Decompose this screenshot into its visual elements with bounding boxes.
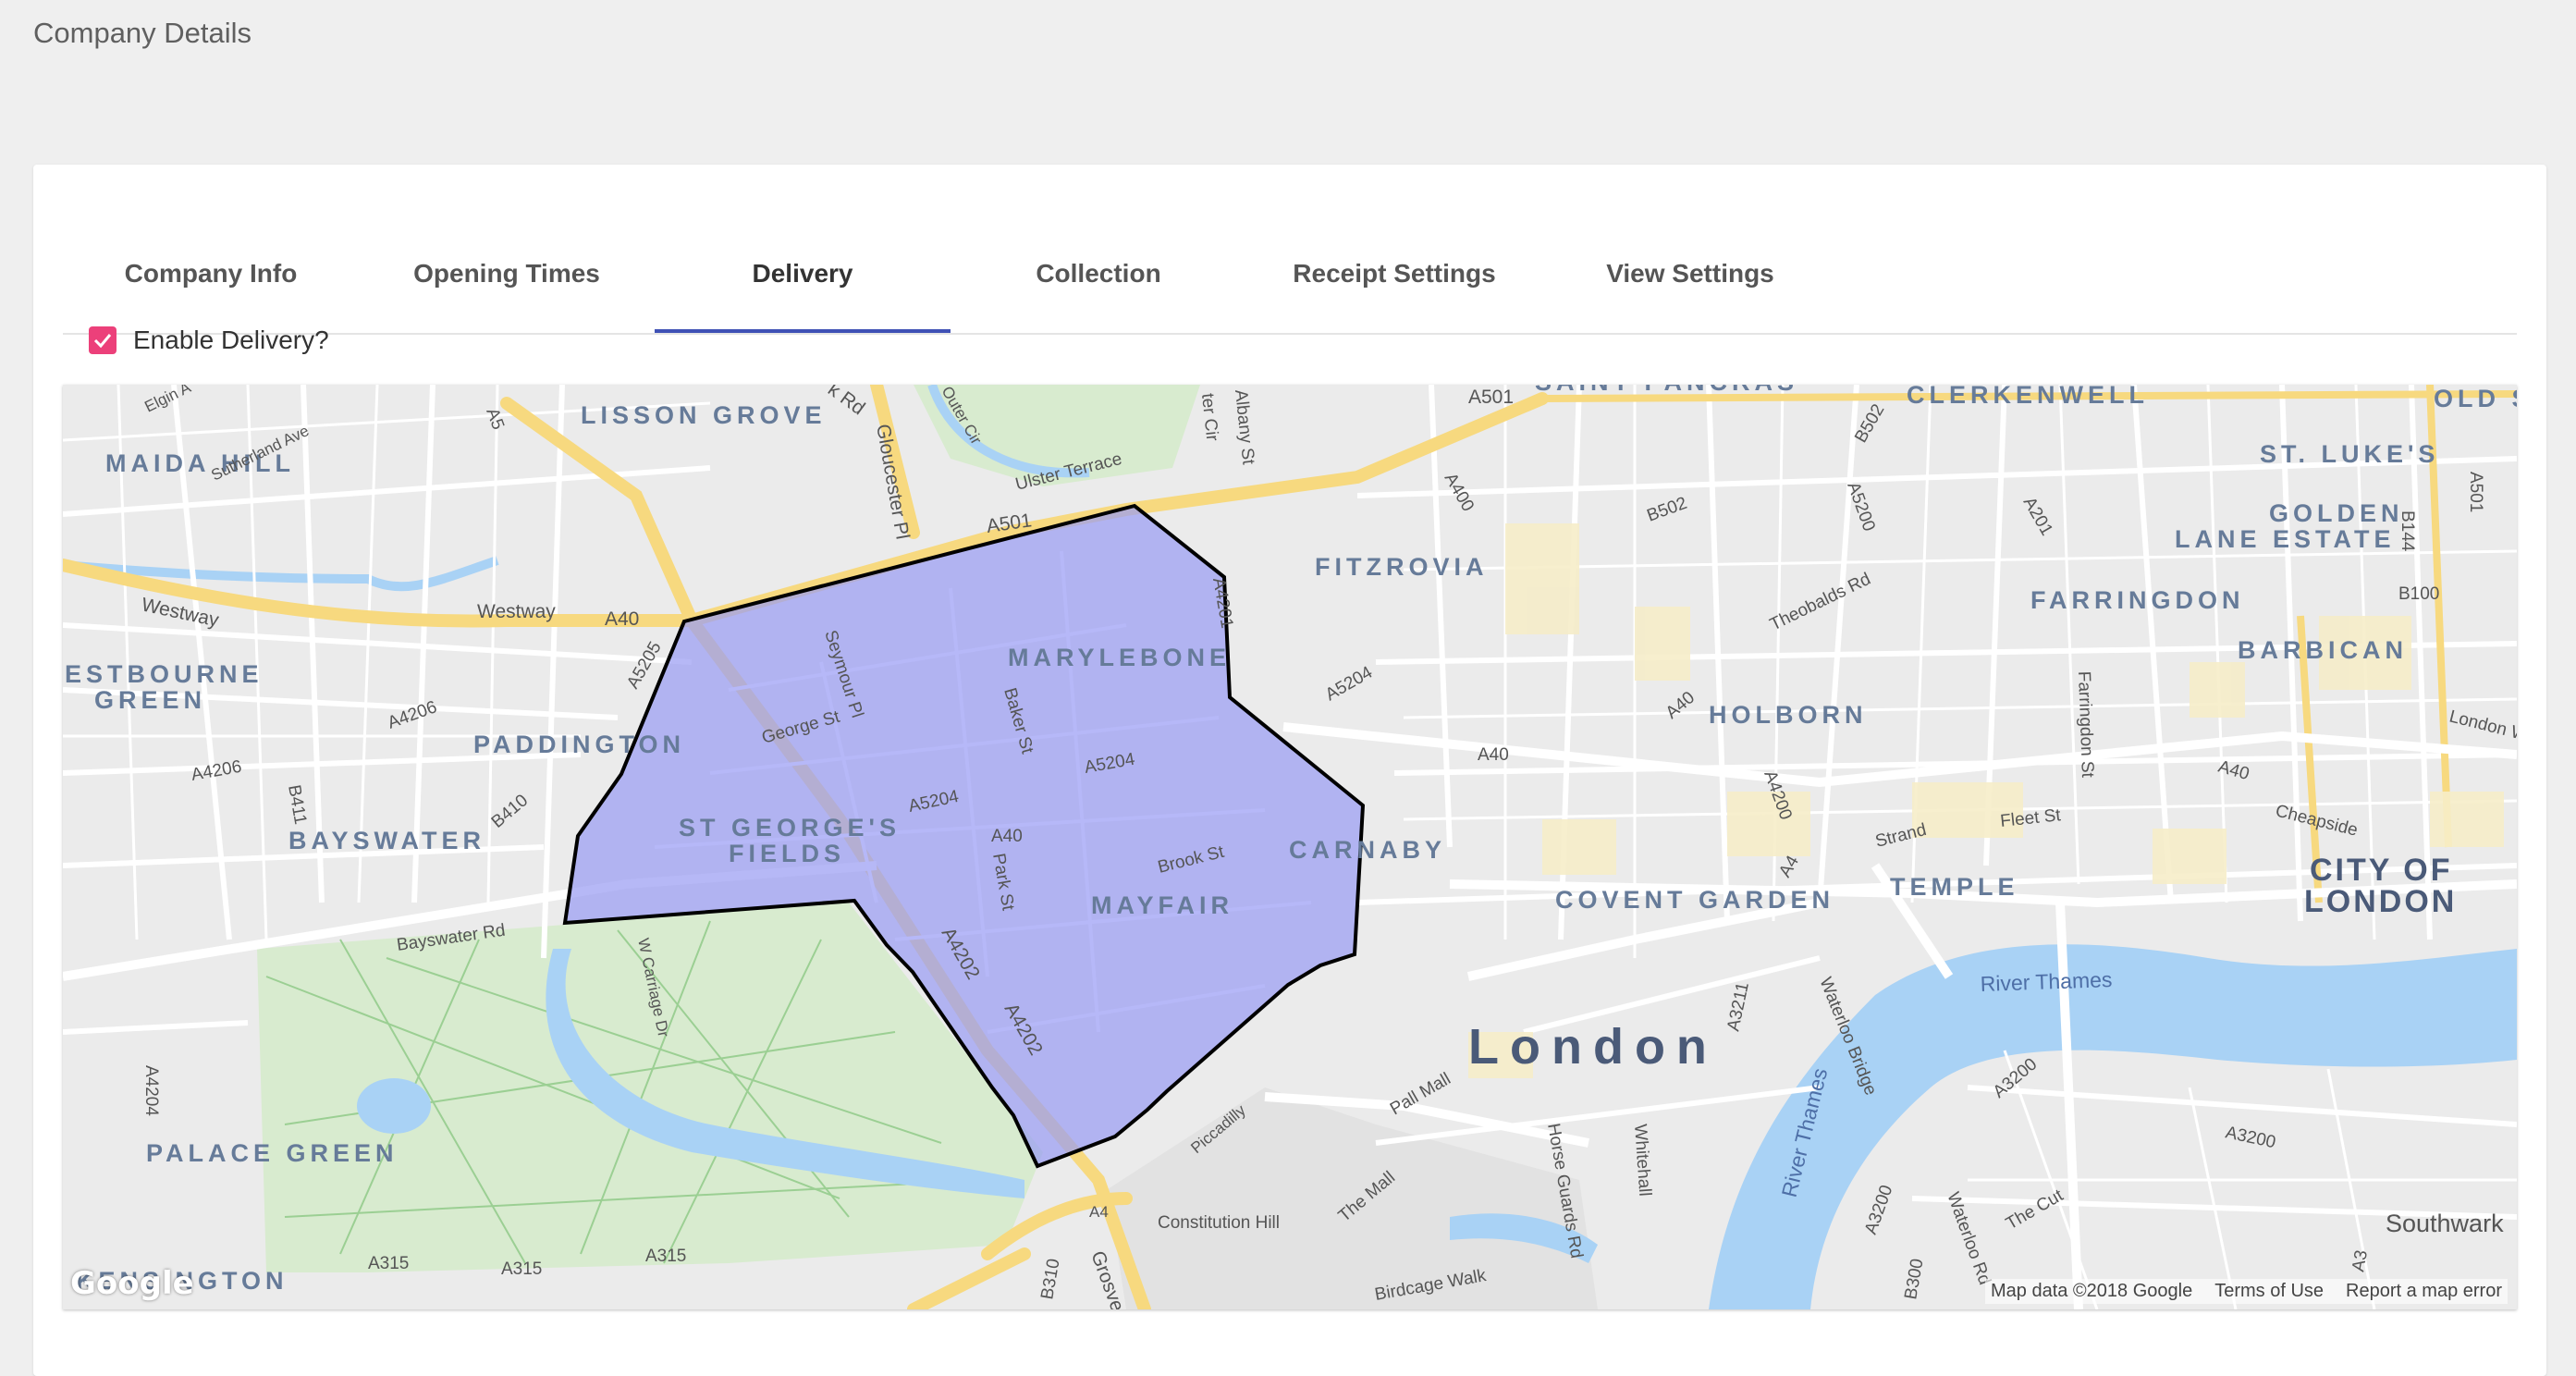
checkbox-checked-icon[interactable] xyxy=(89,326,117,354)
label-lane-estate: LANE ESTATE xyxy=(2175,525,2396,553)
tab-view-settings[interactable]: View Settings xyxy=(1542,215,1838,333)
label-london: London xyxy=(1468,1019,1718,1075)
label-paddington: PADDINGTON xyxy=(473,731,685,758)
label-a3: A3 xyxy=(2349,1248,2372,1273)
label-st-georges: ST GEORGE'S xyxy=(679,814,901,842)
label-b144: B144 xyxy=(2398,510,2417,552)
label-westway-east: Westway xyxy=(477,601,556,622)
label-a315-1: A315 xyxy=(368,1254,409,1273)
enable-delivery-label: Enable Delivery? xyxy=(133,326,329,354)
label-farringdon-st: Farringdon St xyxy=(2074,670,2097,778)
label-london-city: LONDON xyxy=(2304,884,2457,919)
label-farringdon: FARRINGDON xyxy=(2030,586,2245,614)
page-title: Company Details xyxy=(33,17,252,49)
label-a315-2: A315 xyxy=(501,1259,542,1279)
label-covent-garden: COVENT GARDEN xyxy=(1555,886,1834,914)
tab-collection[interactable]: Collection xyxy=(951,215,1246,333)
label-a501-city: A501 xyxy=(2466,472,2485,512)
label-river-thames-east: River Thames xyxy=(1980,967,2113,996)
label-city-of: CITY OF xyxy=(2310,853,2453,888)
label-holborn: HOLBORN xyxy=(1709,701,1868,729)
label-golden: GOLDEN xyxy=(2269,499,2404,527)
label-old-s: OLD S xyxy=(2434,385,2517,412)
label-a4204: A4204 xyxy=(141,1065,161,1116)
label-fields: FIELDS xyxy=(729,840,845,867)
label-a315-3: A315 xyxy=(645,1247,686,1266)
round-pond xyxy=(357,1078,431,1134)
label-barbican: BARBICAN xyxy=(2238,636,2408,664)
google-logo[interactable]: Google xyxy=(70,1265,194,1302)
label-carnaby: CARNABY xyxy=(1289,836,1446,864)
label-mayfair: MAYFAIR xyxy=(1091,891,1233,919)
label-b100: B100 xyxy=(2398,584,2439,604)
label-palace-green: PALACE GREEN xyxy=(146,1139,399,1167)
tab-opening-times[interactable]: Opening Times xyxy=(359,215,655,333)
label-a40-east: A40 xyxy=(1478,745,1509,765)
map-canvas[interactable]: LISSON GROVE MAIDA HILL ESTBOURNE GREEN … xyxy=(63,385,2517,1309)
label-estbourne: ESTBOURNE xyxy=(65,660,264,688)
delivery-area-map[interactable]: LISSON GROVE MAIDA HILL ESTBOURNE GREEN … xyxy=(63,385,2517,1309)
tab-delivery[interactable]: Delivery xyxy=(655,215,951,333)
label-fitzrovia: FITZROVIA xyxy=(1315,553,1489,581)
company-details-card: Company Info Opening Times Delivery Coll… xyxy=(33,165,2546,1376)
tab-company-info[interactable]: Company Info xyxy=(63,215,359,333)
label-st-lukes: ST. LUKE'S xyxy=(2260,440,2439,468)
label-temple: TEMPLE xyxy=(1890,873,2019,901)
map-data-attribution: Map data ©2018 Google xyxy=(1990,1281,2193,1301)
label-green: GREEN xyxy=(94,686,206,714)
terms-of-use-link[interactable]: Terms of Use xyxy=(2214,1281,2324,1302)
label-constitution-hill: Constitution Hill xyxy=(1158,1213,1280,1233)
label-marylebone: MARYLEBONE xyxy=(1008,644,1231,671)
label-a4-south: A4 xyxy=(1089,1203,1109,1221)
label-a501-north: A501 xyxy=(1468,387,1514,408)
label-southwark: Southwark xyxy=(2386,1210,2504,1237)
label-a40-mid: A40 xyxy=(991,827,1023,846)
map-footer: Map data ©2018 Google Terms of Use Repor… xyxy=(1984,1279,2508,1304)
label-lisson-grove: LISSON GROVE xyxy=(581,401,827,429)
report-map-error-link[interactable]: Report a map error xyxy=(2346,1281,2502,1302)
label-a40-west: A40 xyxy=(605,608,639,630)
label-saint-pancras: SAINT PANCRAS xyxy=(1535,385,1798,396)
tabs-divider xyxy=(63,333,2517,335)
tab-receipt-settings[interactable]: Receipt Settings xyxy=(1246,215,1542,333)
label-clerkenwell: CLERKENWELL xyxy=(1907,385,2149,409)
enable-delivery-checkbox[interactable]: Enable Delivery? xyxy=(89,322,329,359)
label-bayswater: BAYSWATER xyxy=(288,827,485,854)
